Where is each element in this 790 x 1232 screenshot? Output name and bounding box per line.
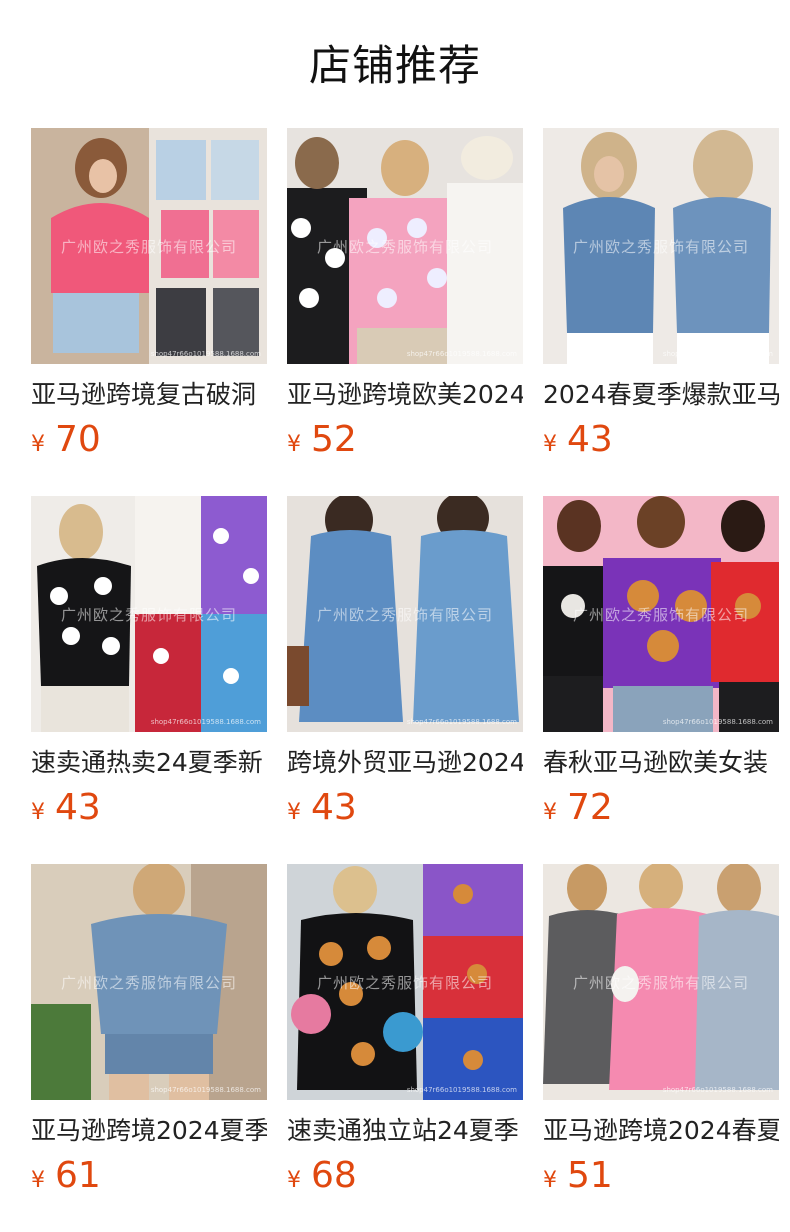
product-card[interactable]: 广州欧之秀服饰有限公司 shop47r66o1019588.1688.com 2… bbox=[543, 128, 779, 460]
price-value: 72 bbox=[567, 787, 613, 828]
product-price: ¥70 bbox=[31, 418, 267, 468]
watermark: 广州欧之秀服饰有限公司 bbox=[316, 238, 493, 256]
product-title[interactable]: 速卖通热卖24夏季新 bbox=[31, 746, 267, 780]
page-title: 店铺推荐 bbox=[308, 41, 481, 90]
product-price: ¥43 bbox=[287, 786, 523, 836]
currency-symbol: ¥ bbox=[31, 1168, 45, 1193]
currency-symbol: ¥ bbox=[287, 432, 301, 457]
price-value: 51 bbox=[567, 1155, 613, 1196]
price-value: 43 bbox=[311, 787, 357, 828]
shop-url-mark: shop47r66o1019588.1688.com bbox=[150, 350, 261, 358]
shop-url-mark: shop47r66o1019588.1688.com bbox=[662, 718, 773, 726]
product-image[interactable]: 广州欧之秀服饰有限公司 shop47r66o1019588.1688.com bbox=[287, 496, 523, 732]
product-price: ¥43 bbox=[543, 418, 779, 468]
product-title[interactable]: 亚马逊跨境复古破洞 bbox=[31, 378, 267, 412]
product-title[interactable]: 速卖通独立站24夏季 bbox=[287, 1114, 523, 1148]
watermark: 广州欧之秀服饰有限公司 bbox=[316, 606, 493, 624]
product-price: ¥68 bbox=[287, 1154, 523, 1204]
currency-symbol: ¥ bbox=[543, 800, 557, 825]
price-value: 68 bbox=[311, 1155, 357, 1196]
shop-url-mark: shop47r66o1019588.1688.com bbox=[662, 350, 773, 358]
currency-symbol: ¥ bbox=[543, 1168, 557, 1193]
product-image[interactable]: 广州欧之秀服饰有限公司 shop47r66o1019588.1688.com bbox=[31, 496, 267, 732]
product-card[interactable]: 广州欧之秀服饰有限公司 shop47r66o1019588.1688.com 速… bbox=[31, 496, 267, 828]
currency-symbol: ¥ bbox=[543, 432, 557, 457]
shop-url-mark: shop47r66o1019588.1688.com bbox=[406, 1086, 517, 1094]
product-card[interactable]: 广州欧之秀服饰有限公司 shop47r66o1019588.1688.com 春… bbox=[543, 496, 779, 828]
currency-symbol: ¥ bbox=[287, 800, 301, 825]
product-price: ¥51 bbox=[543, 1154, 779, 1204]
watermark: 广州欧之秀服饰有限公司 bbox=[60, 606, 237, 624]
product-price: ¥72 bbox=[543, 786, 779, 836]
product-card[interactable]: 广州欧之秀服饰有限公司 shop47r66o1019588.1688.com 亚… bbox=[543, 864, 779, 1196]
watermark: 广州欧之秀服饰有限公司 bbox=[572, 238, 749, 256]
price-value: 43 bbox=[55, 787, 101, 828]
product-image[interactable]: 广州欧之秀服饰有限公司 shop47r66o1019588.1688.com bbox=[543, 496, 779, 732]
product-image[interactable]: 广州欧之秀服饰有限公司 shop47r66o1019588.1688.com bbox=[543, 128, 779, 364]
product-card[interactable]: 广州欧之秀服饰有限公司 shop47r66o1019588.1688.com 跨… bbox=[287, 496, 523, 828]
product-card[interactable]: 广州欧之秀服饰有限公司 shop47r66o1019588.1688.com 亚… bbox=[31, 864, 267, 1196]
product-price: ¥61 bbox=[31, 1154, 267, 1204]
currency-symbol: ¥ bbox=[31, 800, 45, 825]
product-card[interactable]: 广州欧之秀服饰有限公司 shop47r66o1019588.1688.com 亚… bbox=[31, 128, 267, 460]
price-value: 52 bbox=[311, 419, 357, 460]
product-image[interactable]: 广州欧之秀服饰有限公司 shop47r66o1019588.1688.com bbox=[31, 128, 267, 364]
shop-url-mark: shop47r66o1019588.1688.com bbox=[662, 1086, 773, 1094]
currency-symbol: ¥ bbox=[287, 1168, 301, 1193]
product-title[interactable]: 跨境外贸亚马逊2024 bbox=[287, 746, 523, 780]
watermark: 广州欧之秀服饰有限公司 bbox=[60, 238, 237, 256]
product-image[interactable]: 广州欧之秀服饰有限公司 shop47r66o1019588.1688.com bbox=[287, 864, 523, 1100]
product-title[interactable]: 亚马逊跨境2024春夏 bbox=[543, 1114, 779, 1148]
currency-symbol: ¥ bbox=[31, 432, 45, 457]
watermark: 广州欧之秀服饰有限公司 bbox=[60, 974, 237, 992]
watermark: 广州欧之秀服饰有限公司 bbox=[316, 974, 493, 992]
shop-url-mark: shop47r66o1019588.1688.com bbox=[406, 350, 517, 358]
product-title[interactable]: 2024春夏季爆款亚马 bbox=[543, 378, 779, 412]
product-price: ¥52 bbox=[287, 418, 523, 468]
shop-url-mark: shop47r66o1019588.1688.com bbox=[150, 718, 261, 726]
product-image[interactable]: 广州欧之秀服饰有限公司 shop47r66o1019588.1688.com bbox=[31, 864, 267, 1100]
price-value: 70 bbox=[55, 419, 101, 460]
product-card[interactable]: 广州欧之秀服饰有限公司 shop47r66o1019588.1688.com 亚… bbox=[287, 128, 523, 460]
product-grid: 广州欧之秀服饰有限公司 shop47r66o1019588.1688.com 亚… bbox=[31, 128, 779, 1196]
price-value: 43 bbox=[567, 419, 613, 460]
shop-url-mark: shop47r66o1019588.1688.com bbox=[406, 718, 517, 726]
product-title[interactable]: 亚马逊跨境欧美2024 bbox=[287, 378, 523, 412]
product-card[interactable]: 广州欧之秀服饰有限公司 shop47r66o1019588.1688.com 速… bbox=[287, 864, 523, 1196]
product-image[interactable]: 广州欧之秀服饰有限公司 shop47r66o1019588.1688.com bbox=[287, 128, 523, 364]
shop-url-mark: shop47r66o1019588.1688.com bbox=[150, 1086, 261, 1094]
product-price: ¥43 bbox=[31, 786, 267, 836]
product-image[interactable]: 广州欧之秀服饰有限公司 shop47r66o1019588.1688.com bbox=[543, 864, 779, 1100]
product-title[interactable]: 亚马逊跨境2024夏季 bbox=[31, 1114, 267, 1148]
price-value: 61 bbox=[55, 1155, 101, 1196]
watermark: 广州欧之秀服饰有限公司 bbox=[572, 974, 749, 992]
product-title[interactable]: 春秋亚马逊欧美女装 bbox=[543, 746, 779, 780]
watermark: 广州欧之秀服饰有限公司 bbox=[572, 606, 749, 624]
